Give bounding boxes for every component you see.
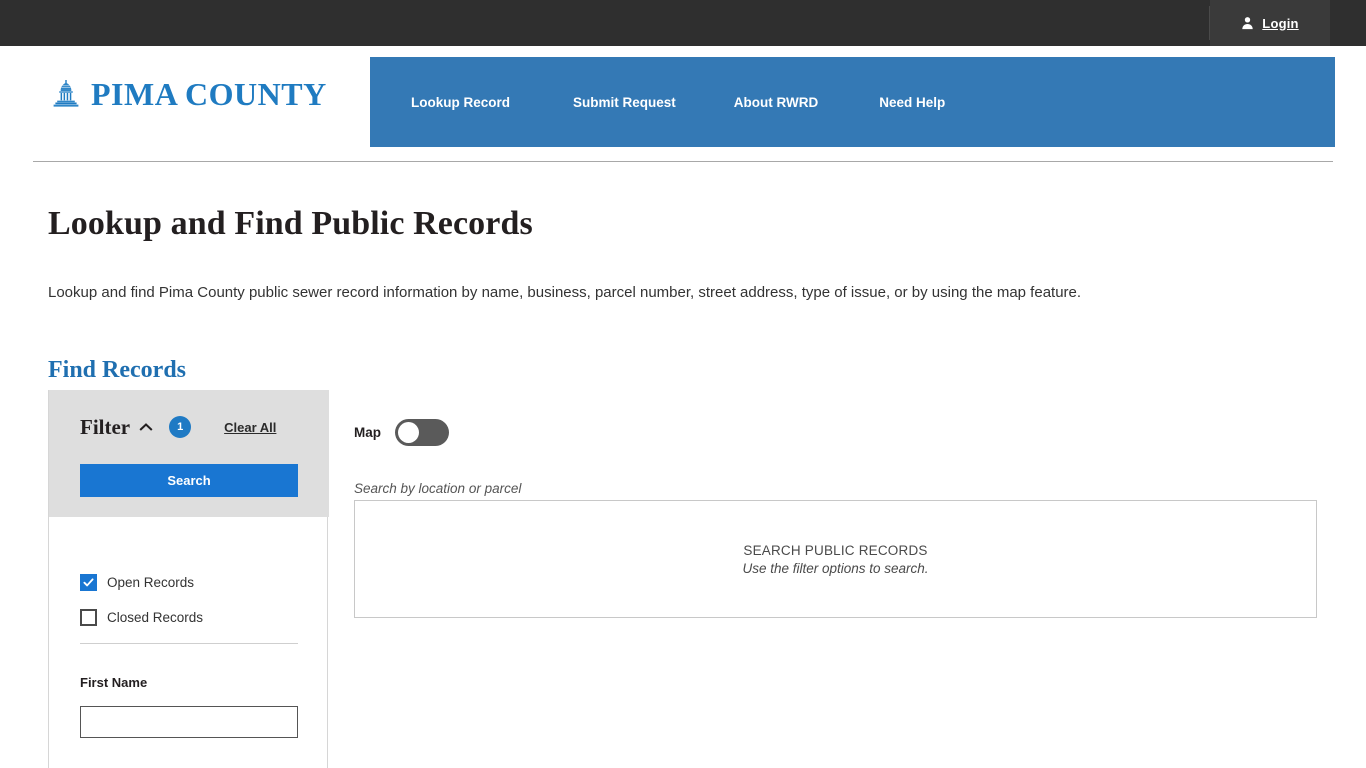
- filter-header-row: Filter 1 Clear All: [49, 412, 329, 442]
- search-button[interactable]: Search: [80, 464, 298, 497]
- nav-item-lookup-record[interactable]: Lookup Record: [411, 95, 510, 110]
- site-header: PIMA COUNTY Lookup Record Submit Request…: [0, 46, 1366, 162]
- first-name-input[interactable]: [80, 706, 298, 738]
- nav-item-submit-request[interactable]: Submit Request: [573, 95, 676, 110]
- results-title: SEARCH PUBLIC RECORDS: [743, 542, 928, 558]
- first-name-label: First Name: [80, 675, 148, 690]
- checkbox-row-closed-records[interactable]: Closed Records: [80, 609, 203, 626]
- top-utility-bar: Login: [0, 0, 1366, 46]
- filter-panel: Filter 1 Clear All Search Open Records C…: [48, 390, 329, 768]
- closed-records-checkbox[interactable]: [80, 609, 97, 626]
- map-search-hint: Search by location or parcel: [354, 481, 522, 496]
- main-navigation: Lookup Record Submit Request About RWRD …: [370, 57, 1335, 147]
- login-button[interactable]: Login: [1210, 0, 1330, 46]
- open-records-label: Open Records: [107, 575, 195, 590]
- search-results-empty-state: SEARCH PUBLIC RECORDS Use the filter opt…: [355, 501, 1316, 617]
- map-toggle[interactable]: [395, 419, 449, 446]
- checkbox-row-open-records[interactable]: Open Records: [80, 574, 194, 591]
- section-title-find-records: Find Records: [48, 356, 186, 383]
- brand-name: PIMA COUNTY: [91, 76, 327, 112]
- map-toggle-row: Map: [354, 419, 449, 446]
- brand-logo[interactable]: PIMA COUNTY: [50, 76, 327, 113]
- capitol-dome-icon: [53, 79, 79, 107]
- map-toggle-knob: [398, 422, 419, 443]
- map-label: Map: [354, 425, 381, 440]
- open-records-checkbox[interactable]: [80, 574, 97, 591]
- filter-count-badge: 1: [169, 416, 192, 438]
- chevron-up-icon[interactable]: [139, 420, 153, 434]
- closed-records-label: Closed Records: [107, 610, 204, 625]
- nav-item-need-help[interactable]: Need Help: [879, 95, 945, 110]
- search-results-panel: SEARCH PUBLIC RECORDS Use the filter opt…: [354, 500, 1317, 618]
- page-description: Lookup and find Pima County public sewer…: [48, 284, 1082, 301]
- check-icon: [83, 578, 94, 587]
- nav-item-about-rwrd[interactable]: About RWRD: [734, 95, 818, 110]
- clear-all-link[interactable]: Clear All: [224, 420, 276, 435]
- filter-title: Filter: [80, 414, 131, 439]
- filter-panel-header: Filter 1 Clear All Search: [49, 390, 329, 517]
- filter-divider: [80, 643, 298, 644]
- header-divider: [33, 161, 1333, 162]
- login-label: Login: [1262, 15, 1299, 31]
- filter-panel-body: Open Records Closed Records First Name: [49, 517, 327, 768]
- page-title: Lookup and Find Public Records: [48, 204, 533, 242]
- results-subtitle: Use the filter options to search.: [742, 560, 929, 576]
- person-icon: [1242, 17, 1253, 30]
